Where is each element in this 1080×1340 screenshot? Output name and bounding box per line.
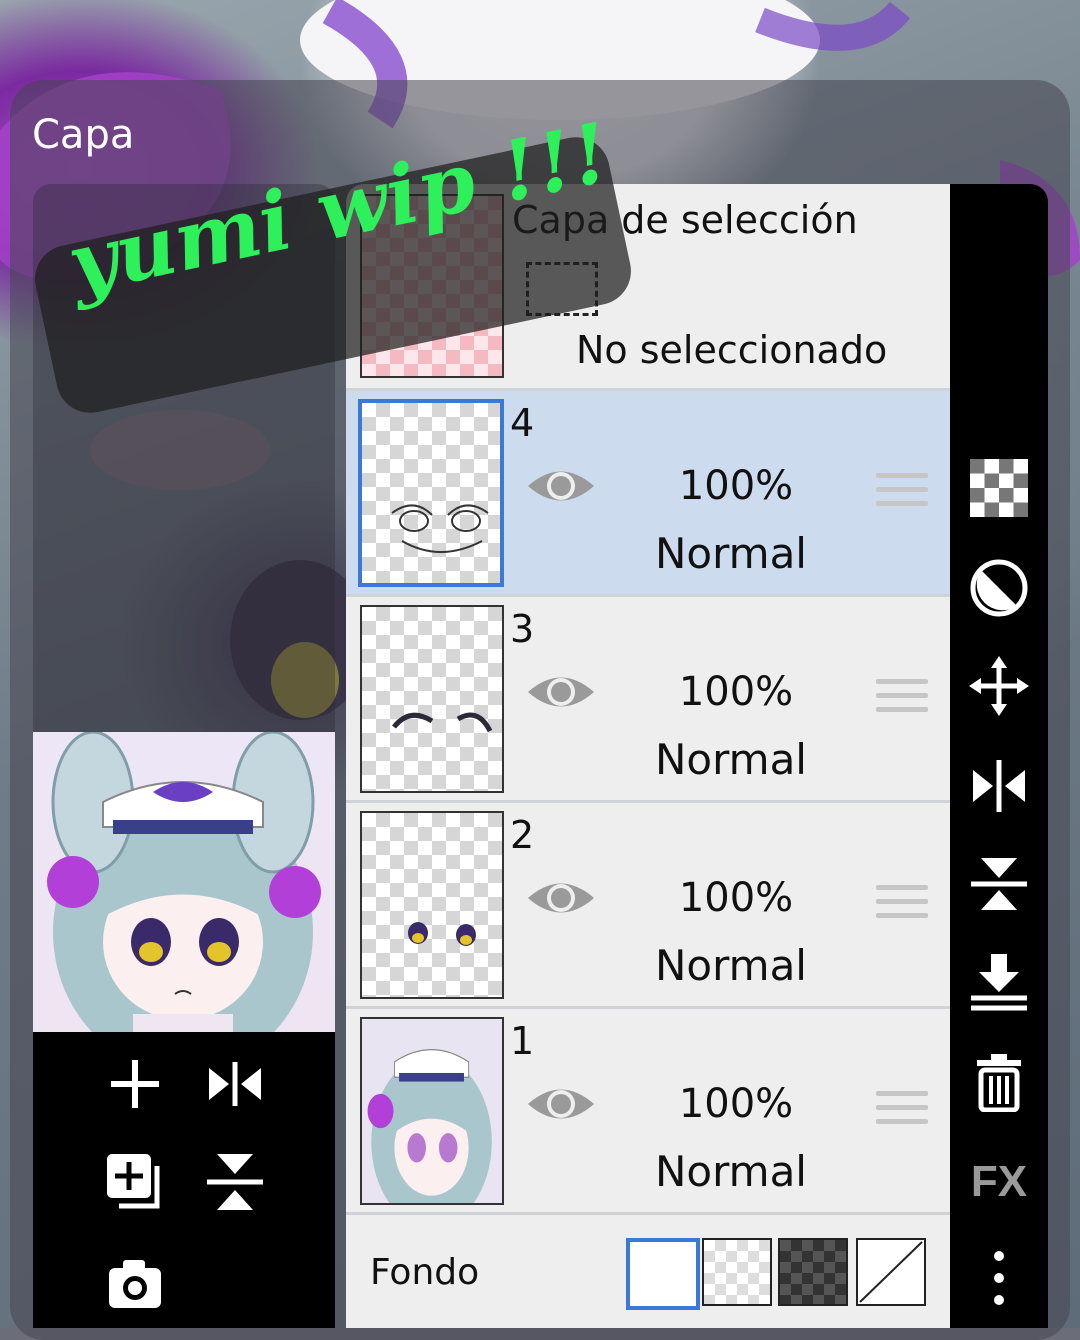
layer-row-2[interactable]: 2 100% Normal [346,803,950,1009]
layer-thumbnail [360,1017,504,1205]
drag-handle-icon[interactable] [876,679,928,723]
layer-list: Capa de selección No seleccionado 4 100%… [346,184,950,1328]
blend-mode[interactable]: Normal [646,941,816,990]
blend-mode[interactable]: Normal [646,735,816,784]
layer-opacity[interactable]: 100% [666,875,806,921]
blend-mode[interactable]: Normal [646,1147,816,1196]
layer-row-1[interactable]: 1 100% Normal [346,1009,950,1215]
merge-down-icon[interactable] [969,952,1029,1012]
dark-checker-swatch[interactable] [778,1238,848,1306]
canvas-preview[interactable] [33,732,335,1032]
layer-opacity[interactable]: 100% [666,463,806,509]
drag-handle-icon[interactable] [876,885,928,929]
layer-row-4[interactable]: 4 100% Normal [346,391,950,597]
none-swatch[interactable] [856,1238,926,1306]
panel-title: Capa [32,112,135,158]
flip-vertical-icon[interactable] [203,1150,267,1214]
add-layer-icon[interactable] [103,1052,167,1116]
background-label: Fondo [370,1252,480,1293]
white-swatch[interactable] [626,1238,700,1310]
checkerboard-icon[interactable] [969,458,1029,518]
more-vertical-icon[interactable] [969,1248,1029,1308]
selection-layer-status: No seleccionado [576,328,888,372]
layer-number: 1 [510,1019,535,1063]
layer-row-3[interactable]: 3 100% Normal [346,597,950,803]
layer-number: 3 [510,607,535,651]
eye-icon[interactable] [524,461,598,511]
flip-horizontal-icon[interactable] [969,756,1029,816]
layer-thumbnail [360,605,504,793]
half-circle-icon[interactable] [969,558,1029,618]
blend-mode[interactable]: Normal [646,529,816,578]
eye-icon[interactable] [524,1079,598,1129]
layer-number: 4 [510,401,535,445]
eye-icon[interactable] [524,873,598,923]
layer-opacity[interactable]: 100% [666,1081,806,1127]
duplicate-layer-icon[interactable] [103,1150,167,1214]
layer-opacity[interactable]: 100% [666,669,806,715]
transparent-swatch[interactable] [702,1238,772,1306]
flip-horizontal-icon[interactable] [203,1052,267,1116]
drag-handle-icon[interactable] [876,1091,928,1135]
left-toolbar [33,1032,335,1328]
layer-number: 2 [510,813,535,857]
eye-icon[interactable] [524,667,598,717]
layer-thumbnail [358,399,504,587]
right-toolbar: FX [950,184,1048,1328]
trash-icon[interactable] [969,1052,1029,1112]
background-row: Fondo [346,1214,950,1328]
fx-icon[interactable]: FX [969,1152,1029,1212]
drag-handle-icon[interactable] [876,473,928,517]
camera-icon[interactable] [103,1252,167,1316]
flip-vertical-icon[interactable] [969,854,1029,914]
move-icon[interactable] [969,656,1029,716]
layer-thumbnail [360,811,504,999]
